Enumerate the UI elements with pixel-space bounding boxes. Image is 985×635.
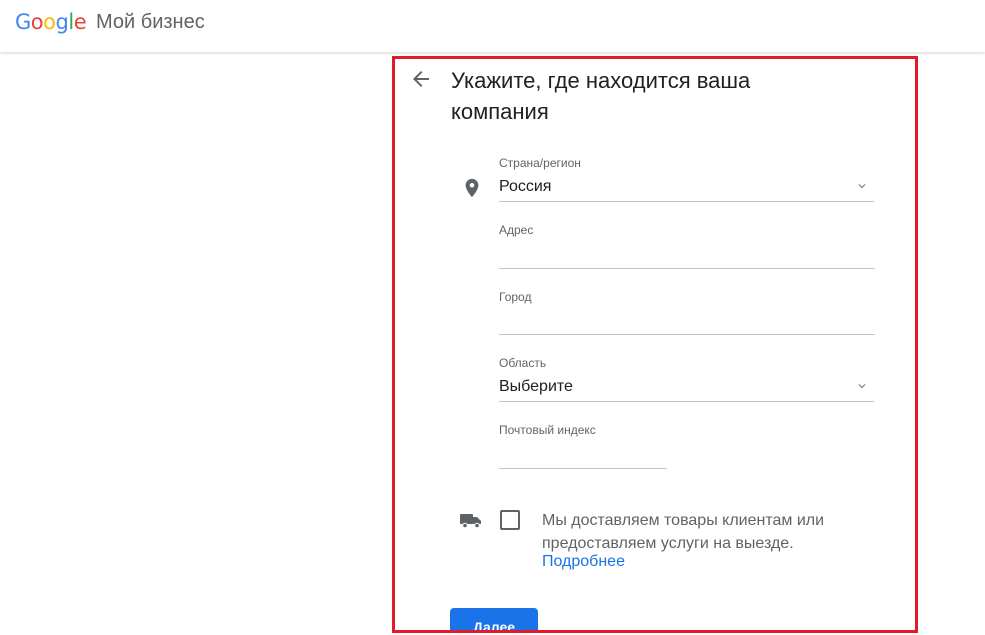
- country-field[interactable]: Страна/регион: [499, 156, 581, 170]
- top-bar: Google Мой бизнес: [0, 0, 985, 52]
- region-field[interactable]: Область: [499, 356, 546, 370]
- address-underline: [499, 268, 875, 269]
- back-arrow-icon[interactable]: [409, 67, 433, 91]
- city-input[interactable]: [499, 311, 874, 333]
- country-select[interactable]: Россия: [499, 178, 551, 196]
- city-label: Город: [499, 290, 532, 304]
- city-field[interactable]: Город: [499, 290, 531, 304]
- address-input[interactable]: [499, 245, 874, 267]
- product-name: Мой бизнес: [96, 11, 205, 33]
- country-underline: [499, 201, 874, 202]
- location-pin-icon: [465, 178, 479, 198]
- address-field[interactable]: Адрес: [499, 223, 533, 237]
- chevron-down-icon[interactable]: [855, 379, 869, 393]
- learn-more-link[interactable]: Подробнее: [542, 553, 625, 571]
- next-button[interactable]: Далее: [450, 608, 538, 630]
- city-underline: [499, 334, 875, 335]
- region-underline: [499, 401, 874, 402]
- postal-underline: [499, 468, 667, 469]
- postal-input[interactable]: [499, 445, 667, 467]
- region-label: Область: [499, 356, 547, 370]
- logo-letter: e: [73, 10, 87, 34]
- postal-label: Почтовый индекс: [499, 423, 596, 437]
- address-label: Адрес: [499, 223, 534, 237]
- page-title: Укажите, где находится ваша компания: [451, 68, 751, 124]
- delivery-text: Мы доставляем товары клиентам или предос…: [542, 512, 825, 552]
- chevron-down-icon[interactable]: [855, 179, 869, 193]
- delivery-checkbox[interactable]: [500, 510, 520, 530]
- truck-icon: [460, 514, 481, 529]
- google-logo[interactable]: Google: [15, 10, 87, 34]
- postal-field[interactable]: Почтовый индекс: [499, 423, 596, 437]
- logo-letter: g: [55, 10, 69, 34]
- logo-letter: G: [15, 10, 31, 34]
- country-label: Страна/регион: [499, 156, 581, 170]
- region-select[interactable]: Выберите: [499, 378, 573, 396]
- highlight-frame: Укажите, где находится ваша компания Стр…: [392, 56, 918, 633]
- logo-letter: o: [43, 10, 56, 34]
- logo-letter: o: [30, 10, 44, 34]
